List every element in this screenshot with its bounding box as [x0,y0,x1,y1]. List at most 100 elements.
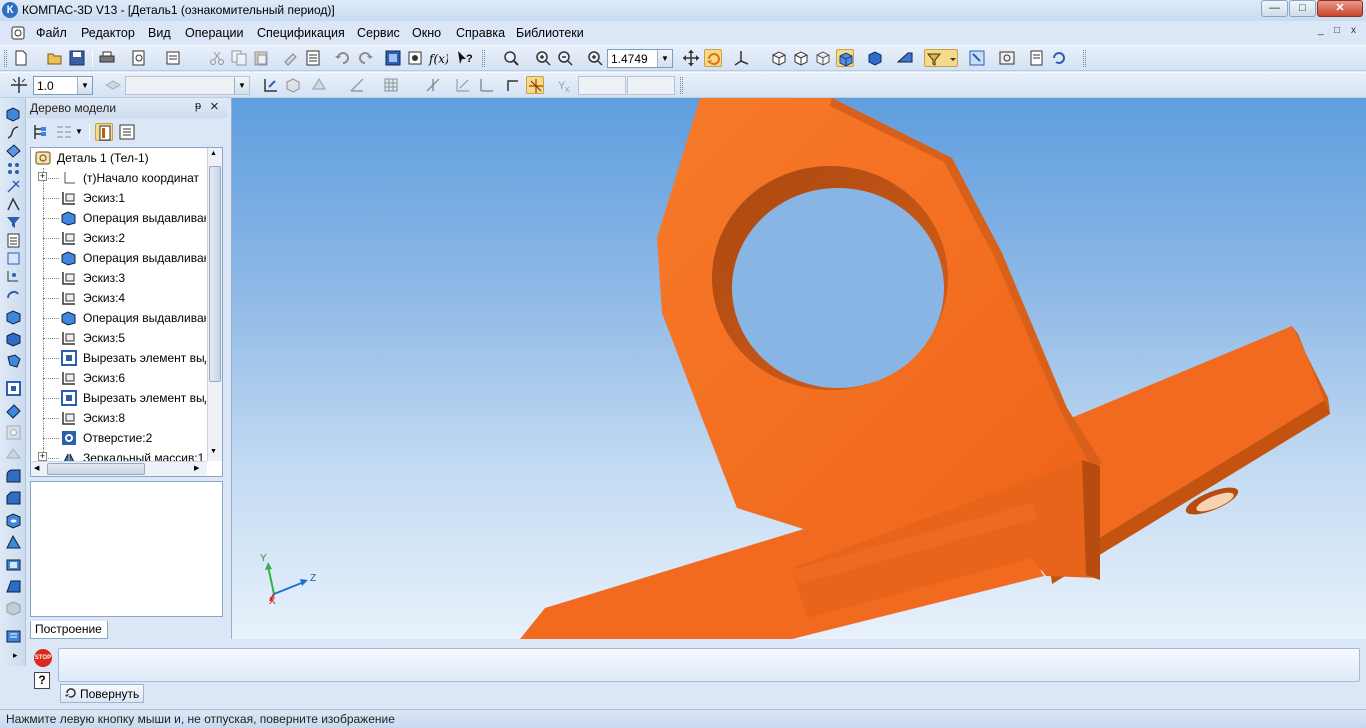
spatial-curves-icon[interactable] [5,124,22,141]
doc-restore-button[interactable]: □ [1334,25,1340,36]
menu-window[interactable]: Окно [412,26,441,40]
thin-lines-icon[interactable] [814,49,832,67]
tree-vertical-scrollbar[interactable]: ▲ ▼ [207,148,222,461]
toolbar-grip[interactable] [1083,50,1086,67]
angle-snap-icon[interactable] [504,76,522,94]
incline-icon[interactable] [5,578,22,595]
document-icon[interactable] [10,25,26,41]
wireframe-icon[interactable] [770,49,788,67]
tree-structure-icon[interactable] [31,123,49,141]
rotate-op-icon[interactable] [5,330,22,347]
ortho-icon[interactable] [348,76,366,94]
library-manager-icon[interactable] [998,49,1016,67]
step-combo[interactable]: 1.0 ▼ [33,76,93,95]
menu-view[interactable]: Вид [148,26,171,40]
cut-extrude-icon[interactable] [5,380,22,397]
split-icon[interactable] [5,600,22,617]
pin-icon[interactable]: ᵽ [195,100,201,112]
rotate-icon[interactable] [704,49,722,67]
filter-icon[interactable] [924,49,958,67]
tree-hscroll-thumb[interactable] [47,463,145,475]
tree-item[interactable]: Эскиз:8 [31,408,206,428]
scroll-down-icon[interactable]: ▼ [210,448,217,455]
menu-help[interactable]: Справка [456,26,505,40]
editing-part-icon[interactable] [5,106,22,123]
tree-item[interactable]: Эскиз:5 [31,328,206,348]
perspective-icon[interactable] [896,49,914,67]
scroll-left-icon[interactable]: ◀ [34,464,39,472]
print-icon[interactable] [98,49,116,67]
rebuild-icon[interactable] [1050,49,1068,67]
document-manager-icon[interactable] [164,49,182,67]
doc-close-button[interactable]: x [1351,25,1356,36]
close-icon[interactable]: × [210,98,219,115]
copy-icon[interactable] [230,49,248,67]
chevron-down-icon[interactable]: ▼ [657,50,672,67]
grid-icon[interactable] [382,76,400,94]
tree-panel-icon[interactable] [95,123,113,141]
shaded-icon[interactable] [836,49,854,67]
new-document-icon[interactable] [12,49,30,67]
3d-viewport[interactable]: Y Z X [231,98,1366,639]
maximize-button[interactable]: □ [1289,0,1316,17]
scroll-up-icon[interactable]: ▲ [210,150,217,157]
save-icon[interactable] [68,49,86,67]
stop-icon[interactable]: STOP [34,649,52,667]
style-combo[interactable]: ▼ [125,76,250,95]
pan-icon[interactable] [682,49,700,67]
menu-operations[interactable]: Операции [185,26,243,40]
toolbar-grip[interactable] [680,77,683,94]
kompas-app-icon[interactable]: К [2,2,18,18]
model-view-icon[interactable] [384,49,402,67]
tree-item[interactable]: Эскиз:1 [31,188,206,208]
extrude-op-icon[interactable] [5,308,22,325]
menu-editor[interactable]: Редактор [81,26,135,40]
zoom-combo[interactable]: 1.4749 ▼ [607,49,673,68]
tree-item[interactable]: Операция выдавливания:2 [31,248,206,268]
axis-icon[interactable] [476,76,494,94]
fillet-icon[interactable] [5,468,22,485]
orientation-plane-icon[interactable] [310,76,328,94]
surfaces-icon[interactable] [5,142,22,159]
zoom-window-icon[interactable] [502,49,520,67]
reports-icon[interactable] [5,250,22,267]
manager-icon[interactable] [406,49,424,67]
x-coordinate-field[interactable] [578,76,626,95]
step-cursor-icon[interactable] [10,76,28,94]
auxiliary-geometry-icon[interactable] [5,178,22,195]
menu-libraries[interactable]: Библиотеки [516,26,584,40]
tree-item[interactable]: Операция выдавливания:3 [31,308,206,328]
help-icon[interactable]: ? [34,672,50,689]
chamfer-icon[interactable] [5,490,22,507]
redo-icon[interactable] [356,49,374,67]
cut-rotate-icon[interactable] [5,402,22,419]
measure-icon[interactable] [5,268,22,285]
expand-icon[interactable]: + [38,172,47,181]
tree-item[interactable]: Вырезать элемент выдавливания:2 [31,388,206,408]
diagnostics-icon[interactable] [5,196,22,213]
doc-minimize-button[interactable]: _ [1318,25,1324,36]
variables-icon[interactable]: f(x) [428,49,448,67]
cursor-snap-icon[interactable] [526,76,544,94]
local-coord-icon[interactable] [284,76,302,94]
hole-op-icon[interactable] [5,512,22,529]
snap-icon[interactable] [424,76,442,94]
parametric-icon[interactable] [454,76,472,94]
chevron-down-icon[interactable]: ▼ [77,77,92,94]
tree-item[interactable]: + (т)Начало координат [31,168,206,188]
cut-icon[interactable] [208,49,226,67]
shaded-edges-icon[interactable] [866,49,884,67]
shell-icon[interactable] [5,556,22,573]
sheet-metal-icon[interactable] [5,286,22,303]
tree-item[interactable]: Вырезать элемент выдавливания:1 [31,348,206,368]
orientation-icon[interactable] [732,49,750,67]
print-preview-icon[interactable] [130,49,148,67]
filters-icon[interactable] [5,214,22,231]
tree-item[interactable]: Отверстие:2 [31,428,206,448]
tree-item[interactable]: Эскиз:4 [31,288,206,308]
undo-icon[interactable] [334,49,352,67]
open-folder-icon[interactable] [46,49,64,67]
rib-icon[interactable] [5,534,22,551]
cut-loft-icon[interactable] [5,446,22,463]
tree-details-icon[interactable] [118,123,136,141]
